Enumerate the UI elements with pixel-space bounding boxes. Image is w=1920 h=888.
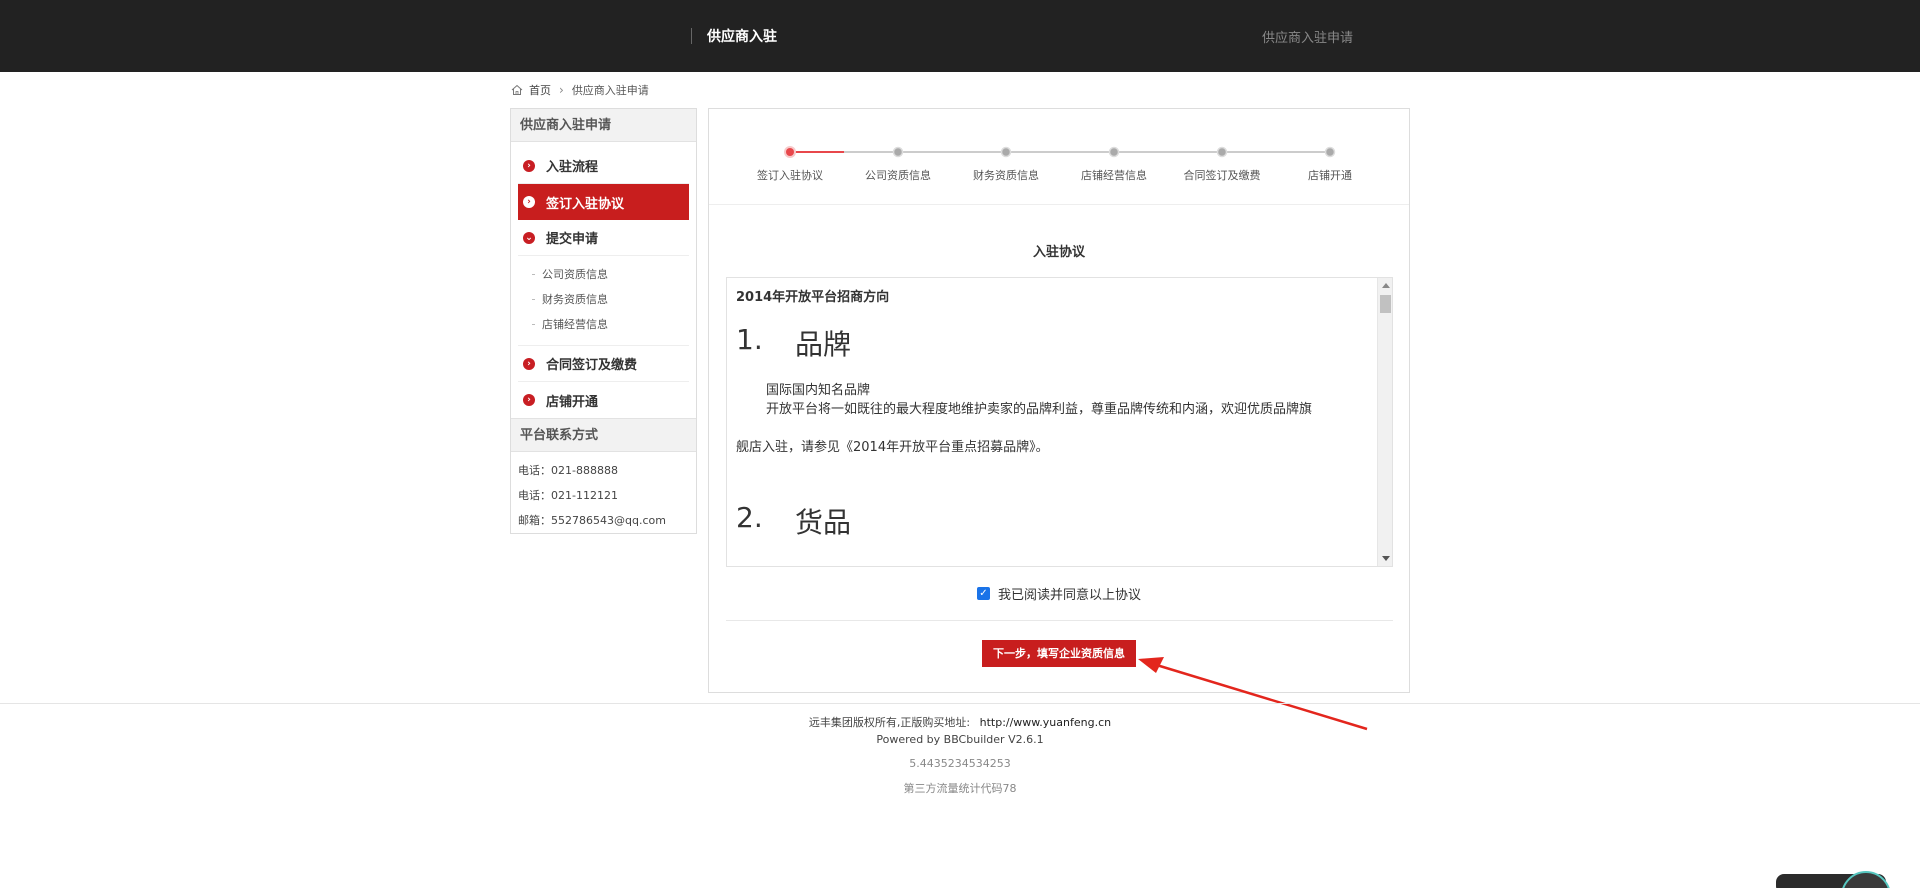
- header-right-link[interactable]: 供应商入驻申请: [1262, 27, 1353, 46]
- contact-email: 邮箱：552786543@qq.com: [518, 514, 666, 527]
- main-panel: 签订入驻协议 公司资质信息 财务资质信息 店铺经营信息 合同签订及缴费 店铺开通 入驻协议…: [708, 108, 1410, 693]
- agree-checkbox[interactable]: ✓: [976, 587, 990, 600]
- sidebar-item-label: 合同签订及缴费: [546, 358, 638, 373]
- sidebar: 供应商入驻申请 › 入驻流程 › 签订入驻协议 ⌄ 提交申请 公司资质信息 财务…: [510, 108, 697, 534]
- progress-step-label: 签订入驻协议: [757, 169, 823, 182]
- document-scrollbar[interactable]: [1377, 278, 1392, 566]
- floating-widget-icon[interactable]: [1776, 870, 1920, 888]
- footer-powered: Powered by BBCbuilder V2.6.1: [876, 733, 1044, 746]
- progress-track: [784, 146, 1336, 158]
- section-1-heading: 1. 品牌: [736, 323, 1368, 363]
- agreement-heading: 2014年开放平台招商方向: [736, 290, 890, 305]
- contact-list: 电话：021-888888 电话：021-112121 邮箱：552786543…: [511, 452, 696, 533]
- scroll-down-icon[interactable]: [1382, 556, 1390, 561]
- next-step-button[interactable]: 下一步，填写企业资质信息: [982, 640, 1136, 667]
- sidebar-submenu: 公司资质信息 财务资质信息 店铺经营信息: [518, 256, 689, 346]
- section-2-number: 2.: [736, 501, 763, 534]
- footer-divider: [0, 703, 1920, 704]
- chevron-circle-icon: ›: [523, 159, 535, 172]
- section-1-title: 品牌: [795, 328, 852, 361]
- progress-dot: [892, 146, 904, 158]
- sidebar-item-label: 提交申请: [546, 232, 599, 247]
- progress-step-label: 店铺经营信息: [1081, 169, 1147, 182]
- contact-title: 平台联系方式: [511, 418, 696, 452]
- progress-step-label: 公司资质信息: [865, 169, 931, 182]
- chevron-circle-icon: ›: [523, 196, 535, 208]
- agreement-title: 入驻协议: [1032, 245, 1085, 260]
- sidebar-item-flow[interactable]: › 入驻流程: [518, 148, 689, 184]
- sidebar-subitem-store[interactable]: 店铺经营信息: [532, 312, 689, 337]
- agree-checkbox-row[interactable]: ✓ 我已阅读并同意以上协议: [709, 584, 1409, 603]
- chevron-right-icon: ›: [559, 83, 564, 97]
- footer-copyright-line: 远丰集团版权所有,正版购买地址: http://www.yuanfeng.cn: [0, 714, 1920, 730]
- contact-phone-2: 电话：021-112121: [518, 489, 618, 502]
- progress-step-label: 店铺开通: [1308, 169, 1352, 182]
- progress-dot: [1216, 146, 1228, 158]
- scroll-thumb[interactable]: [1380, 295, 1391, 313]
- sidebar-item-sign[interactable]: › 签订入驻协议: [518, 184, 689, 220]
- progress-steps: 签订入驻协议 公司资质信息 财务资质信息 店铺经营信息 合同签订及缴费 店铺开通: [709, 109, 1409, 205]
- sidebar-title: 供应商入驻申请: [511, 109, 696, 142]
- sidebar-item-submit[interactable]: ⌄ 提交申请: [518, 220, 689, 256]
- scroll-up-icon[interactable]: [1382, 283, 1390, 288]
- top-header: 供应商入驻 供应商入驻申请: [0, 0, 1920, 72]
- agreement-document[interactable]: 2014年开放平台招商方向 1. 品牌 国际国内知名品牌 开放平台将一如既往的最…: [726, 277, 1393, 567]
- section-2-title: 货品: [795, 506, 852, 539]
- progress-dot: [1000, 146, 1012, 158]
- agree-checkbox-label: 我已阅读并同意以上协议: [997, 588, 1141, 603]
- footer-copyright: 远丰集团版权所有,正版购买地址:: [808, 716, 971, 729]
- chevron-circle-icon: ›: [523, 394, 535, 406]
- header-separator: [691, 28, 692, 44]
- progress-dot: [1108, 146, 1120, 158]
- home-icon: [511, 84, 523, 95]
- footer-url-link[interactable]: http://www.yuanfeng.cn: [980, 716, 1111, 729]
- footer-stats: 第三方流量统计代码78: [903, 782, 1017, 795]
- section-1-number: 1.: [736, 323, 763, 356]
- paragraph-1: 国际国内知名品牌: [766, 383, 871, 398]
- divider: [726, 620, 1393, 621]
- sidebar-item-label: 店铺开通: [546, 394, 599, 410]
- chevron-down-circle-icon: ⌄: [523, 231, 535, 244]
- breadcrumb-home[interactable]: 首页: [529, 82, 551, 98]
- contact-phone-1: 电话：021-888888: [518, 464, 618, 477]
- sidebar-item-label: 签订入驻协议: [546, 196, 625, 212]
- sidebar-item-contract[interactable]: › 合同签订及缴费: [518, 346, 689, 382]
- progress-step-label: 合同签订及缴费: [1183, 169, 1261, 182]
- sidebar-item-open[interactable]: › 店铺开通: [518, 382, 689, 418]
- paragraph-2: 开放平台将一如既往的最大程度地维护卖家的品牌利益，尊重品牌传统和内涵，欢迎优质品…: [766, 402, 1313, 417]
- progress-dot: [786, 148, 794, 156]
- progress-step-label: 财务资质信息: [973, 169, 1039, 182]
- section-2-heading: 2. 货品: [736, 501, 1368, 541]
- paragraph-3: 舰店入驻，请参见《2014年开放平台重点招募品牌》。: [736, 440, 1049, 455]
- sidebar-subitem-finance[interactable]: 财务资质信息: [532, 287, 689, 312]
- breadcrumb-current: 供应商入驻申请: [571, 84, 649, 97]
- header-title: 供应商入驻: [707, 29, 777, 45]
- breadcrumb: 首页 › 供应商入驻申请: [511, 82, 649, 98]
- footer-version: 5.4435234534253: [909, 757, 1011, 770]
- sidebar-subitem-company[interactable]: 公司资质信息: [532, 262, 689, 287]
- agreement-content: 2014年开放平台招商方向 1. 品牌 国际国内知名品牌 开放平台将一如既往的最…: [736, 286, 1368, 541]
- chevron-circle-icon: ›: [523, 357, 535, 370]
- progress-dot: [1324, 146, 1336, 158]
- sidebar-item-label: 入驻流程: [546, 160, 599, 175]
